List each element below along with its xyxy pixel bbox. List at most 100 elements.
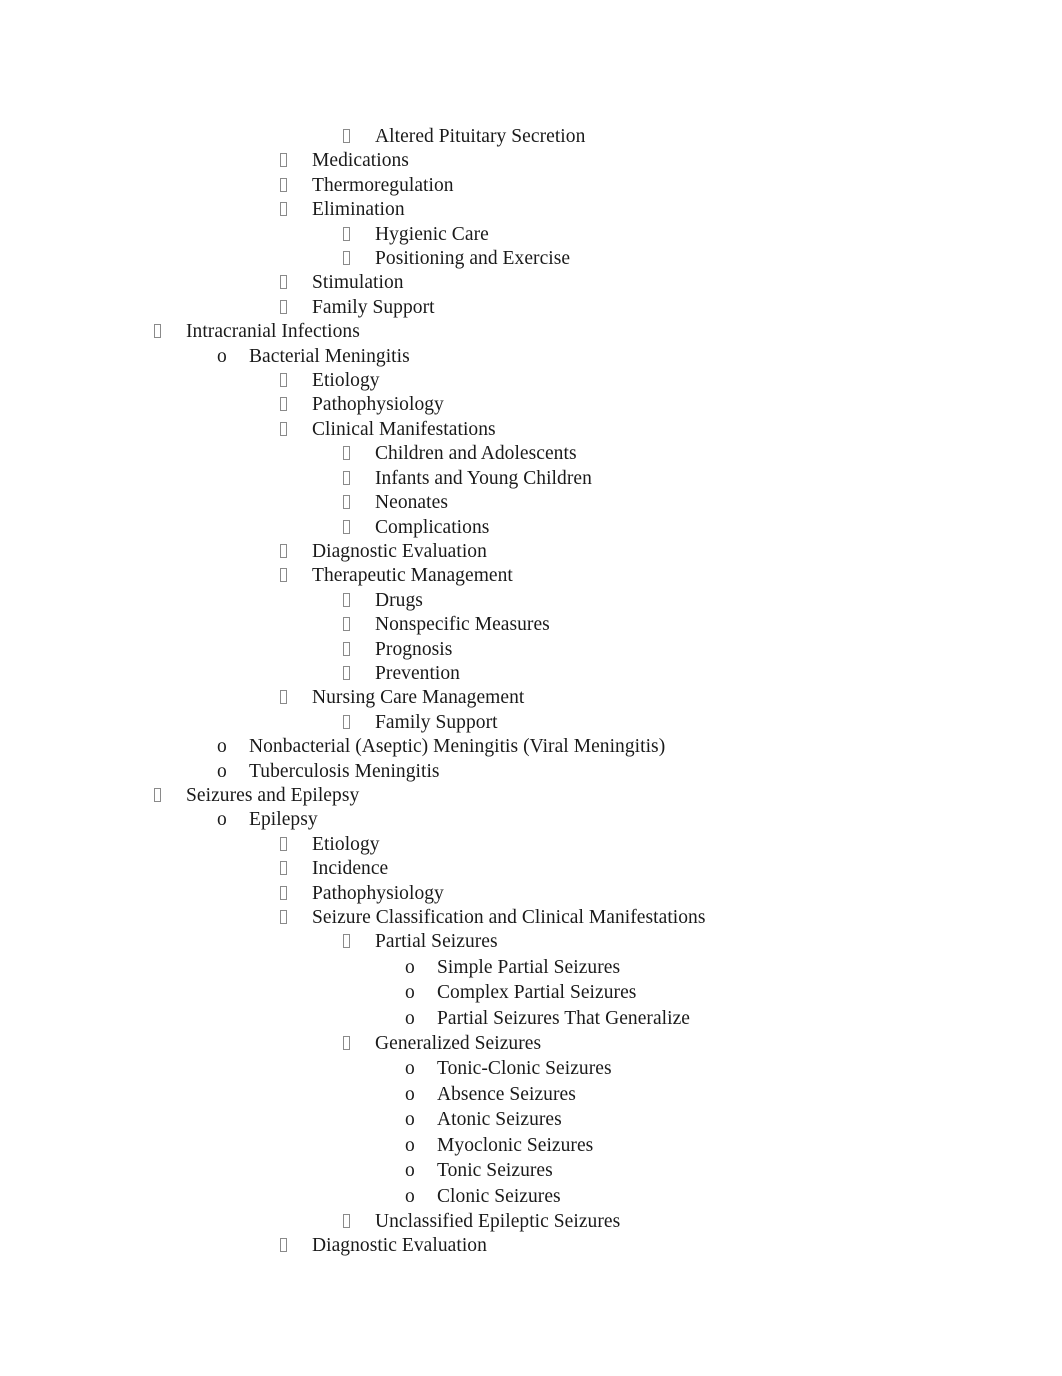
outline-item-label: Tonic-Clonic Seizures — [437, 1058, 612, 1079]
outline-item-label: Diagnostic Evaluation — [312, 1234, 487, 1256]
outline-item: o Myoclonic Seizures — [0, 1133, 1062, 1159]
missing-glyph-bullet-icon — [280, 174, 312, 198]
missing-glyph-bullet-icon — [280, 369, 312, 393]
circle-bullet-icon: o — [217, 736, 227, 758]
outline-item-label: Hygienic Care — [375, 223, 489, 245]
missing-glyph-bullet-icon — [343, 613, 375, 637]
outline-item: Drugs — [0, 589, 1062, 613]
outline-item-label: Epilepsy — [249, 809, 318, 831]
outline-item-label: Unclassified Epileptic Seizures — [375, 1210, 621, 1232]
outline-item: o Tonic Seizures — [0, 1158, 1062, 1184]
missing-glyph-bullet-icon — [280, 857, 312, 881]
outline-item: Nonspecific Measures — [0, 613, 1062, 637]
outline-item: Prognosis — [0, 638, 1062, 662]
circle-bullet-icon: o — [405, 956, 415, 978]
missing-glyph-bullet-icon — [343, 491, 375, 515]
outline-item-label: Partial Seizures That Generalize — [437, 1008, 691, 1029]
outline-item: Complications — [0, 516, 1062, 540]
outline-item-label: Clonic Seizures — [437, 1185, 561, 1207]
missing-glyph-bullet-icon — [280, 393, 312, 417]
outline-item-label: Stimulation — [312, 272, 404, 294]
missing-glyph-bullet-icon — [280, 271, 312, 295]
outline-item: o Absence Seizures — [0, 1082, 1062, 1108]
outline-item: o Atonic Seizures — [0, 1107, 1062, 1133]
outline-item: Partial Seizures — [0, 930, 1062, 954]
outline-item: Seizures and Epilepsy — [0, 784, 1062, 808]
outline-item: Therapeutic Management — [0, 564, 1062, 588]
outline-item: Clinical Manifestations — [0, 418, 1062, 442]
outline-item: Children and Adolescents — [0, 442, 1062, 466]
outline-item-label: Drugs — [375, 589, 423, 611]
missing-glyph-bullet-icon — [280, 418, 312, 442]
outline-item: o Nonbacterial (Aseptic) Meningitis (Vira… — [0, 735, 1062, 759]
outline-item-label: Altered Pituitary Secretion — [375, 126, 586, 147]
outline-item: Stimulation — [0, 271, 1062, 295]
outline-item-label: Tuberculosis Meningitis — [249, 760, 440, 782]
outline-item-label: Neonates — [375, 492, 448, 514]
missing-glyph-bullet-icon — [343, 125, 375, 149]
outline-item-label: Seizures and Epilepsy — [186, 784, 360, 806]
circle-bullet-icon: o — [405, 982, 415, 1004]
outline-item: o Simple Partial Seizures — [0, 955, 1062, 981]
missing-glyph-bullet-icon — [343, 516, 375, 540]
outline-item: o Partial Seizures That Generalize — [0, 1006, 1062, 1032]
circle-bullet-icon: o — [217, 760, 227, 782]
missing-glyph-bullet-icon — [343, 662, 375, 686]
outline-item: o Tonic-Clonic Seizures — [0, 1056, 1062, 1082]
outline-item: Seizure Classification and Clinical Mani… — [0, 906, 1062, 930]
outline-item-label: Seizure Classification and Clinical Mani… — [312, 907, 706, 928]
missing-glyph-bullet-icon — [280, 686, 312, 710]
outline-item: Pathophysiology — [0, 882, 1062, 906]
outline-item: Elimination — [0, 198, 1062, 222]
missing-glyph-bullet-icon — [154, 320, 186, 344]
circle-bullet-icon: o — [217, 345, 227, 367]
outline-item-label: Thermoregulation — [312, 174, 454, 196]
outline-item-label: Diagnostic Evaluation — [312, 540, 487, 562]
outline-item-label: Complications — [375, 516, 490, 538]
outline-item: o Tuberculosis Meningitis — [0, 760, 1062, 784]
outline-item-label: Tonic Seizures — [437, 1160, 553, 1182]
outline-item: Medications — [0, 149, 1062, 173]
outline-item-label: Partial Seizures — [375, 931, 498, 953]
outline-item: Unclassified Epileptic Seizures — [0, 1210, 1062, 1234]
outline-item: Intracranial Infections — [0, 320, 1062, 344]
outline-item-label: Pathophysiology — [312, 882, 444, 904]
circle-bullet-icon: o — [405, 1109, 415, 1131]
outline-item-label: Positioning and Exercise — [375, 248, 571, 270]
outline-item-label: Children and Adolescents — [375, 443, 577, 465]
circle-bullet-icon: o — [405, 1160, 415, 1182]
document-page: Altered Pituitary Secretion Medications Th… — [0, 0, 1062, 1376]
circle-bullet-icon: o — [405, 1008, 415, 1029]
missing-glyph-bullet-icon — [343, 223, 375, 247]
outline-item: Family Support — [0, 711, 1062, 735]
outline-item: o Complex Partial Seizures — [0, 980, 1062, 1006]
circle-bullet-icon: o — [405, 1058, 415, 1079]
outline-item-label: Intracranial Infections — [186, 321, 360, 343]
outline-item-label: Myoclonic Seizures — [437, 1134, 594, 1156]
circle-bullet-icon: o — [405, 1185, 415, 1207]
missing-glyph-bullet-icon — [280, 882, 312, 906]
missing-glyph-bullet-icon — [343, 930, 375, 954]
missing-glyph-bullet-icon — [343, 711, 375, 735]
missing-glyph-bullet-icon — [280, 198, 312, 222]
outline-item-label: Etiology — [312, 833, 380, 855]
outline-item-label: Simple Partial Seizures — [437, 956, 621, 978]
missing-glyph-bullet-icon — [343, 1032, 375, 1056]
outline-item: Etiology — [0, 833, 1062, 857]
outline-item: Diagnostic Evaluation — [0, 1234, 1062, 1258]
outline-item: Generalized Seizures — [0, 1032, 1062, 1056]
missing-glyph-bullet-icon — [343, 589, 375, 613]
outline-item-label: Infants and Young Children — [375, 467, 592, 489]
missing-glyph-bullet-icon — [280, 540, 312, 564]
outline-item-label: Etiology — [312, 370, 380, 392]
outline-item-label: Pathophysiology — [312, 394, 444, 416]
outline-item-label: Nonspecific Measures — [375, 614, 550, 636]
missing-glyph-bullet-icon — [343, 467, 375, 491]
outline-item: Prevention — [0, 662, 1062, 686]
outline-item-label: Elimination — [312, 199, 405, 221]
outline-item-label: Nursing Care Management — [312, 687, 525, 709]
outline-item-label: Complex Partial Seizures — [437, 982, 637, 1004]
outline-item-label: Prevention — [375, 662, 460, 684]
circle-bullet-icon: o — [217, 809, 227, 831]
outline-item-label: Bacterial Meningitis — [249, 345, 410, 367]
